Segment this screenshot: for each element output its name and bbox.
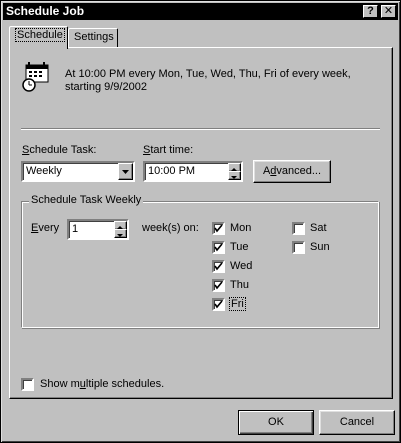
schedule-task-label: Schedule Task: — [22, 144, 97, 156]
day-checkbox-thu[interactable]: Thu — [212, 278, 272, 294]
start-time-value: 10:00 PM — [148, 165, 196, 177]
checkmark-icon — [214, 224, 223, 233]
checkmark-icon — [214, 281, 223, 290]
day-checkbox-tue[interactable]: Tue — [212, 240, 272, 256]
close-button[interactable]: ✕ — [381, 5, 396, 18]
day-label-sat: Sat — [310, 222, 327, 234]
separator — [21, 128, 380, 130]
close-icon: ✕ — [383, 5, 394, 17]
show-multiple-label: Show multiple schedules. — [40, 378, 165, 390]
ok-button[interactable]: OK — [238, 410, 314, 435]
start-time-input[interactable]: 10:00 PM — [143, 161, 243, 182]
day-label-wed: Wed — [230, 260, 253, 272]
day-label-thu: Thu — [230, 279, 249, 291]
window-title: Schedule Job — [6, 4, 85, 18]
arrow-down-icon — [231, 176, 237, 179]
day-checkbox-sun[interactable]: Sun — [292, 240, 352, 256]
day-label-mon: Mon — [230, 222, 252, 234]
day-checkbox-fri[interactable]: Fri — [212, 297, 272, 313]
fri-checkbox[interactable] — [212, 298, 225, 311]
arrow-down-icon — [117, 234, 123, 237]
thu-checkbox[interactable] — [212, 279, 225, 292]
chevron-down-icon — [122, 170, 129, 174]
advanced-button[interactable]: Advanced... — [253, 160, 331, 183]
start-time-label: Start time: — [143, 144, 194, 156]
tab-schedule-label: Schedule — [15, 28, 65, 42]
every-weeks-input[interactable]: 1 — [67, 219, 129, 240]
day-checkbox-sat[interactable]: Sat — [292, 221, 352, 237]
sat-checkbox[interactable] — [292, 222, 305, 235]
schedule-summary-line2: starting 9/9/2002 — [65, 81, 147, 93]
schedule-task-dropdown-button[interactable] — [118, 163, 133, 180]
help-button[interactable]: ? — [363, 5, 378, 18]
every-weeks-spin-down[interactable] — [114, 229, 127, 238]
schedule-summary-line1: At 10:00 PM every Mon, Tue, Wed, Thu, Fr… — [65, 68, 351, 80]
day-checkbox-wed[interactable]: Wed — [212, 259, 272, 275]
day-checkbox-mon[interactable]: Mon — [212, 221, 272, 237]
show-multiple-schedules[interactable]: Show multiple schedules. — [21, 377, 181, 393]
sun-checkbox[interactable] — [292, 241, 305, 254]
schedule-task-select[interactable]: Weekly — [21, 161, 135, 182]
start-time-spin-down[interactable] — [228, 171, 241, 180]
every-label: Every — [31, 222, 60, 234]
schedule-task-value: Weekly — [26, 165, 62, 177]
day-label-tue: Tue — [230, 241, 249, 253]
schedule-calendar-icon — [21, 61, 51, 93]
schedule-task-weekly-label: Schedule Task Weekly — [29, 194, 144, 206]
weeks-on-label: week(s) on: — [142, 222, 199, 234]
checkmark-icon — [214, 262, 223, 271]
tab-schedule[interactable]: Schedule — [9, 26, 68, 49]
checkmark-icon — [214, 243, 223, 252]
checkmark-icon — [214, 300, 223, 309]
day-label-fri: Fri — [229, 297, 246, 311]
schedule-job-dialog: Schedule Job ? ✕ Schedule Settings At 10… — [0, 0, 401, 443]
wed-checkbox[interactable] — [212, 260, 225, 273]
tab-settings-label: Settings — [74, 31, 114, 43]
show-multiple-checkbox[interactable] — [21, 378, 34, 391]
help-icon: ? — [367, 5, 374, 17]
cancel-button[interactable]: Cancel — [319, 410, 395, 435]
mon-checkbox[interactable] — [212, 222, 225, 235]
every-weeks-value: 1 — [72, 223, 79, 235]
tue-checkbox[interactable] — [212, 241, 225, 254]
tab-settings[interactable]: Settings — [68, 28, 118, 48]
day-label-sun: Sun — [310, 241, 330, 253]
title-bar[interactable]: Schedule Job ? ✕ — [3, 3, 398, 20]
